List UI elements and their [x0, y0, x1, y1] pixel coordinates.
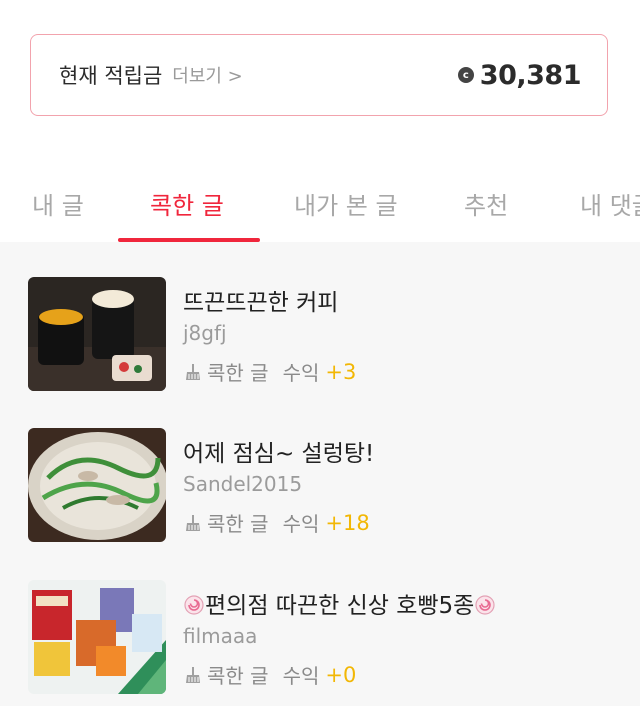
coin-icon: c — [457, 67, 474, 83]
points-more-link[interactable]: 더보기 > — [172, 62, 242, 88]
liked-label: 콕한 글 — [207, 512, 269, 536]
tab-viewed-posts[interactable]: 내가 본 글 — [294, 186, 398, 221]
earn-label: 수익 — [282, 361, 320, 385]
post-author: j8gfj — [183, 321, 227, 345]
tab-my-comments[interactable]: 내 댓글 — [580, 186, 640, 221]
earn-label: 수익 — [282, 664, 320, 688]
broom-icon — [186, 666, 200, 683]
post-title[interactable]: 편의점 따끈한 신상 호빵5종 — [183, 586, 496, 620]
points-value: 30,381 — [479, 59, 582, 91]
post-title[interactable]: 뜨끈뜨끈한 커피 — [183, 283, 338, 317]
broom-icon — [186, 514, 200, 531]
tab-recommended[interactable]: 추천 — [464, 186, 508, 221]
earn-label: 수익 — [282, 512, 320, 536]
list-item[interactable]: 편의점 따끈한 신상 호빵5종 filmaaa 콕한 글 수익 +0 — [0, 580, 640, 700]
liked-label: 콕한 글 — [207, 361, 269, 385]
post-title-text: 편의점 따끈한 신상 호빵5종 — [205, 593, 475, 619]
post-meta: 콕한 글 수익 +3 — [183, 357, 356, 386]
post-thumbnail[interactable] — [28, 428, 166, 542]
fish-cake-icon — [475, 595, 495, 615]
post-meta: 콕한 글 수익 +18 — [183, 508, 370, 537]
post-author: Sandel2015 — [183, 472, 303, 496]
points-title: 현재 적립금 — [59, 64, 163, 88]
tab-my-posts[interactable]: 내 글 — [32, 186, 84, 221]
post-author: filmaaa — [183, 624, 258, 648]
fish-cake-icon — [184, 595, 204, 615]
earn-value: +3 — [325, 359, 357, 384]
list-item[interactable]: 뜨끈뜨끈한 커피 j8gfj 콕한 글 수익 +3 — [0, 277, 640, 397]
broom-icon — [186, 363, 200, 380]
earn-value: +18 — [325, 510, 370, 535]
list-item[interactable]: 어제 점심~ 설렁탕! Sandel2015 콕한 글 수익 +18 — [0, 428, 640, 548]
points-card[interactable]: 현재 적립금 더보기 > c 30,381 — [30, 34, 608, 116]
tab-bar: 내 글 콕한 글 내가 본 글 추천 내 댓글 — [0, 178, 640, 242]
post-title[interactable]: 어제 점심~ 설렁탕! — [183, 434, 374, 468]
liked-label: 콕한 글 — [207, 664, 269, 688]
tab-liked-posts[interactable]: 콕한 글 — [150, 186, 224, 221]
post-thumbnail[interactable] — [28, 580, 166, 694]
post-list: 뜨끈뜨끈한 커피 j8gfj 콕한 글 수익 +3 어제 점심~ 설렁탕! Sa… — [0, 242, 640, 706]
earn-value: +0 — [325, 662, 357, 687]
post-thumbnail[interactable] — [28, 277, 166, 391]
post-meta: 콕한 글 수익 +0 — [183, 660, 356, 689]
